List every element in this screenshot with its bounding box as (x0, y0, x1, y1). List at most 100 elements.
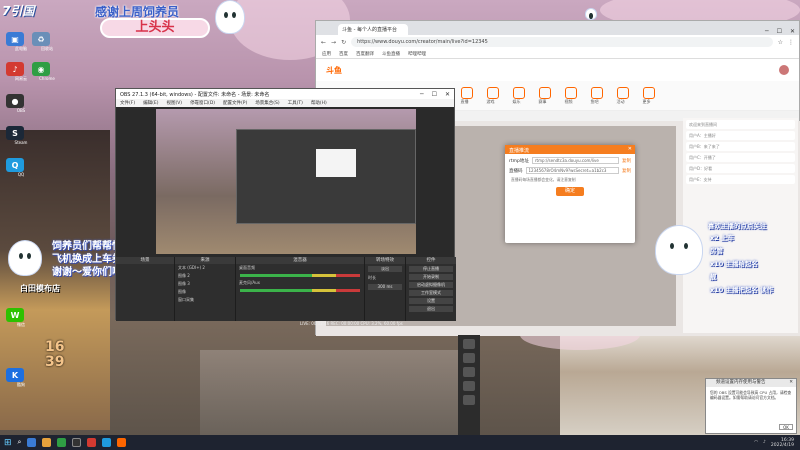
toolbar-icon[interactable] (463, 353, 475, 363)
taskbar-app-icon[interactable] (72, 438, 82, 447)
search-icon[interactable]: ⌕ (18, 438, 22, 447)
maximize-icon[interactable]: ☐ (777, 28, 782, 35)
taskbar-app-icon[interactable] (87, 438, 97, 447)
transitions-dock: 转场特效 淡出 时长 300 ms (365, 257, 405, 321)
volume-icon[interactable]: ♪ (763, 440, 766, 445)
star-icon[interactable]: ☆ (778, 39, 783, 46)
follow-title: 喜欢主播的点点关注 (708, 222, 767, 230)
stream-key-field[interactable]: 12345678rO4mNv9?wsSecret=a1b2c3 (525, 167, 619, 174)
chat-message: 用户D：好看 (686, 164, 795, 173)
sources-dock: 来源 文本 (GDI+) 2 图像 2 图像 3 图像 窗口采集 (175, 257, 235, 321)
maximize-icon[interactable]: ☐ (432, 91, 437, 98)
forward-icon[interactable]: → (331, 39, 336, 46)
nav-item[interactable]: 活动 (616, 86, 629, 105)
close-icon[interactable]: ✕ (628, 146, 632, 152)
thanks-banner: 上头头 (100, 18, 210, 38)
taskbar-clock[interactable]: 16:39 2022/4/19 (771, 438, 794, 448)
corgi-sticker (8, 240, 42, 276)
side-toolbar (458, 335, 480, 435)
popup-ok-button[interactable]: OK (779, 424, 793, 430)
desktop-icon[interactable]: ● OBS (6, 94, 36, 113)
menu-item[interactable]: 文件(F) (120, 100, 135, 106)
copy-rtmp-button[interactable]: 复制 (622, 158, 631, 164)
menu-item[interactable]: 工具(T) (288, 100, 303, 106)
site-logo[interactable]: 斗鱼 (326, 65, 342, 76)
nav-item[interactable]: 娱乐 (512, 86, 525, 105)
start-record-button[interactable]: 开始录制 (409, 274, 453, 280)
settings-button[interactable]: 设置 (409, 298, 453, 304)
source-item[interactable]: 图像 3 (175, 280, 235, 288)
nav-item[interactable]: 赛事 (538, 86, 551, 105)
address-bar[interactable]: https://www.douyu.com/creator/main/live?… (351, 37, 773, 47)
bookmark-item[interactable]: 百度 (339, 51, 348, 57)
taskbar-app-icon[interactable] (57, 438, 67, 447)
bookmark-item[interactable]: 哔哩哔哩 (408, 51, 426, 57)
minimize-icon[interactable]: ─ (420, 91, 424, 98)
toolbar-icon[interactable] (463, 381, 475, 391)
desktop-icon[interactable]: K 酷狗 (6, 368, 36, 388)
source-item[interactable]: 文本 (GDI+) 2 (175, 264, 235, 272)
dialog-note: 直播码每场直播都会变化，请注意复制 (511, 177, 576, 182)
wallpaper-street (200, 350, 460, 435)
duration-input[interactable]: 300 ms (368, 284, 402, 290)
nav-item[interactable]: 视频 (564, 86, 577, 105)
network-icon[interactable]: ◠ (754, 440, 758, 445)
start-icon[interactable]: ⊞ (4, 438, 12, 448)
desktop-icon[interactable]: W 微信 (6, 308, 36, 328)
back-icon[interactable]: ← (321, 39, 326, 46)
obs-menubar: 文件(F) 编辑(E) 视图(V) 停靠窗口(D) 配置文件(P) 场景集合(S… (116, 99, 454, 107)
mixer-track-label: 麦克风/Aux (239, 280, 260, 285)
ok-button[interactable]: 确定 (556, 187, 584, 196)
bookmark-item[interactable]: 斗鱼直播 (382, 51, 400, 57)
toolbar-icon[interactable] (463, 367, 475, 377)
studio-mode-button[interactable]: 工作室模式 (409, 290, 453, 296)
close-icon[interactable]: ✕ (790, 28, 795, 35)
menu-item[interactable]: 编辑(E) (143, 100, 158, 106)
source-item[interactable]: 图像 (175, 288, 235, 296)
nav-item[interactable]: 鱼吧 (590, 86, 603, 105)
avatar[interactable] (779, 65, 789, 75)
stop-stream-button[interactable]: 停止直播 (409, 266, 453, 272)
toolbar-icon[interactable] (463, 339, 475, 349)
desktop-icon[interactable]: S Steam (6, 126, 36, 145)
nav-item[interactable]: 游戏 (486, 86, 499, 105)
close-icon[interactable]: ✕ (445, 91, 450, 98)
desktop-icon[interactable]: Q QQ (6, 158, 36, 177)
chat-message: 用户B：来了来了 (686, 142, 795, 151)
popup-title: 频道设置内存使用与警告 ✕ (706, 379, 796, 387)
taskbar-app-icon[interactable] (117, 438, 127, 447)
taskbar-app-icon[interactable] (27, 438, 37, 447)
menu-icon[interactable]: ⋮ (788, 39, 794, 46)
bookmark-item[interactable]: 应用 (322, 51, 331, 57)
nav-icon (512, 86, 525, 99)
copy-key-button[interactable]: 复制 (622, 168, 631, 174)
reload-icon[interactable]: ↻ (341, 39, 346, 46)
menu-item[interactable]: 帮助(H) (311, 100, 327, 106)
virtual-camera-button[interactable]: 启动虚拟摄像机 (409, 282, 453, 288)
site-header: 斗鱼 (316, 59, 799, 81)
taskbar-app-icon[interactable] (42, 438, 52, 447)
rtmp-field[interactable]: rtmp://sendtc3a.douyu.com/live (531, 157, 619, 164)
desktop-icon[interactable]: ♻ 回收站 (32, 32, 62, 52)
menu-item[interactable]: 场景集合(S) (255, 100, 279, 106)
source-item[interactable]: 窗口采集 (175, 296, 235, 304)
menu-item[interactable]: 配置文件(P) (223, 100, 247, 106)
close-icon[interactable]: ✕ (789, 379, 793, 387)
toolbar-icon[interactable] (463, 395, 475, 405)
controls-dock: 控件 停止直播 开始录制 启动虚拟摄像机 工作室模式 设置 退出 (406, 257, 456, 321)
obs-preview[interactable] (156, 109, 416, 254)
menu-item[interactable]: 视图(V) (166, 100, 182, 106)
browser-tab[interactable]: 斗鱼 - 每个人的直播平台 (338, 24, 408, 35)
bookmark-item[interactable]: 百度翻译 (356, 51, 374, 57)
nav-item[interactable]: 直播 (460, 86, 473, 105)
minimize-icon[interactable]: ─ (765, 28, 769, 35)
taskbar-app-icon[interactable] (102, 438, 112, 447)
nav-item[interactable]: 更多 (642, 86, 655, 105)
nav-icon (460, 86, 473, 99)
exit-button[interactable]: 退出 (409, 306, 453, 312)
source-item[interactable]: 图像 2 (175, 272, 235, 280)
transition-select[interactable]: 淡出 (368, 266, 402, 272)
desktop-icon[interactable]: ◉ Chrome (32, 62, 62, 81)
obs-docks: 场景 来源 文本 (GDI+) 2 图像 2 图像 3 图像 窗口采集 混音器 … (116, 257, 456, 321)
menu-item[interactable]: 停靠窗口(D) (190, 100, 215, 106)
